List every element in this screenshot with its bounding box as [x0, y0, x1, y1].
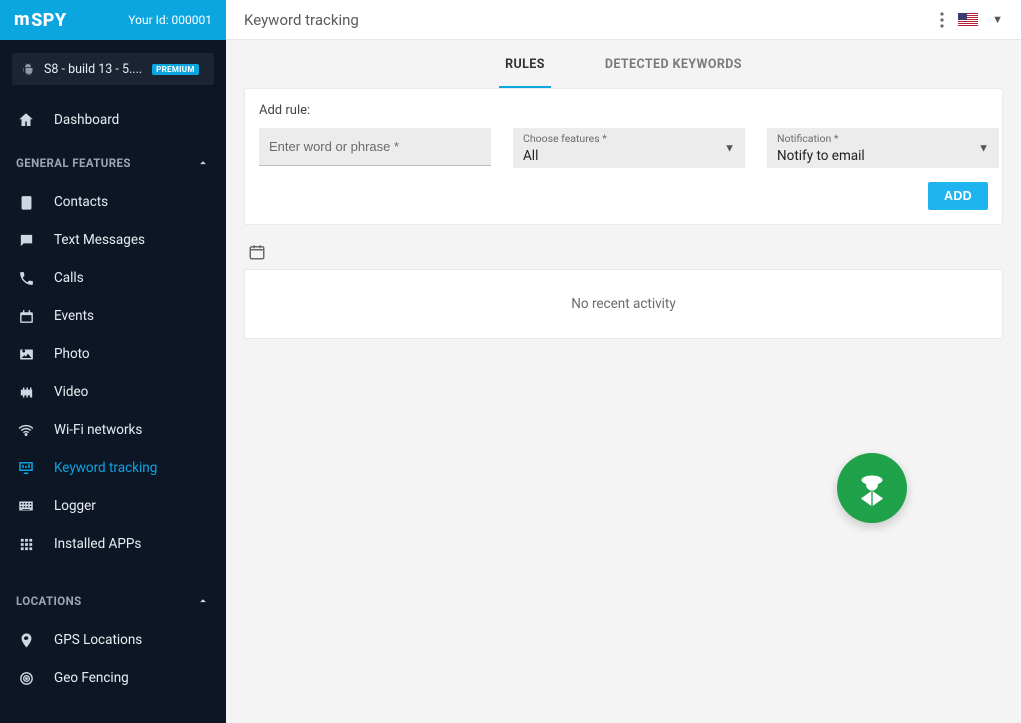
sidebar-item-keyword-tracking[interactable]: Keyword tracking [0, 449, 226, 487]
clipboard-icon [16, 192, 36, 212]
add-button[interactable]: ADD [928, 182, 988, 210]
premium-badge: PREMIUM [152, 64, 199, 75]
activity-card: No recent activity [244, 269, 1003, 339]
add-rule-card: Add rule: Choose features * All ▼ [244, 88, 1003, 225]
sidebar-item-installed-apps[interactable]: Installed APPs [0, 525, 226, 563]
topbar: Keyword tracking ▼ [226, 0, 1021, 40]
chevron-down-icon: ▼ [978, 142, 989, 155]
target-icon [16, 668, 36, 688]
add-rule-title: Add rule: [259, 103, 988, 118]
brand-logo: mSPY [14, 10, 67, 31]
chevron-down-icon: ▼ [724, 142, 735, 155]
word-input[interactable] [259, 128, 491, 166]
monitor-icon [16, 458, 36, 478]
sidebar-item-gps-locations[interactable]: GPS Locations [0, 621, 226, 659]
sidebar-item-label: GPS Locations [54, 632, 142, 648]
more-menu[interactable] [940, 12, 944, 28]
notification-select[interactable]: Notification * Notify to email ▼ [767, 128, 999, 168]
sidebar-item-label: Dashboard [54, 112, 119, 128]
help-fab[interactable] [837, 453, 907, 523]
sidebar-item-label: Geo Fencing [54, 670, 129, 686]
language-dropdown[interactable]: ▼ [992, 13, 1003, 26]
chevron-up-icon [196, 156, 210, 170]
tab-rules[interactable]: RULES [499, 45, 551, 88]
calendar-icon [16, 306, 36, 326]
sidebar-item-label: Logger [54, 498, 96, 514]
sidebar-item-photo[interactable]: Photo [0, 335, 226, 373]
sidebar-item-label: Installed APPs [54, 536, 141, 552]
chevron-up-icon [196, 594, 210, 608]
sidebar-item-label: Video [54, 384, 88, 400]
tab-detected-keywords[interactable]: DETECTED KEYWORDS [599, 45, 748, 88]
home-icon [16, 110, 36, 130]
sidebar-topbar: mSPY Your Id: 000001 [0, 0, 226, 40]
page-title: Keyword tracking [244, 11, 359, 29]
pin-icon [16, 630, 36, 650]
sidebar-item-dashboard[interactable]: Dashboard [0, 101, 226, 139]
sidebar-item-label: Keyword tracking [54, 460, 157, 476]
sidebar-item-calls[interactable]: Calls [0, 259, 226, 297]
phone-icon [16, 268, 36, 288]
features-select[interactable]: Choose features * All ▼ [513, 128, 745, 168]
sidebar-item-label: Contacts [54, 194, 108, 210]
agent-icon [851, 467, 893, 509]
user-id: Your Id: 000001 [128, 13, 212, 27]
device-name: S8 - build 13 - 5.... [44, 62, 142, 77]
tabs: RULES DETECTED KEYWORDS [244, 40, 1003, 88]
section-locations[interactable]: LOCATIONS [0, 581, 226, 621]
sidebar-item-label: Events [54, 308, 94, 324]
image-icon [16, 344, 36, 364]
main: Keyword tracking ▼ RULES DETECTED KEYWOR… [226, 0, 1021, 723]
sidebar-item-label: Calls [54, 270, 84, 286]
sidebar: mSPY Your Id: 000001 S8 - build 13 - 5..… [0, 0, 226, 723]
sidebar-item-video[interactable]: Video [0, 373, 226, 411]
activity-empty-text: No recent activity [571, 296, 675, 312]
flag-us-icon[interactable] [958, 13, 978, 26]
sidebar-item-geo-fencing[interactable]: Geo Fencing [0, 659, 226, 697]
wifi-icon [16, 420, 36, 440]
android-icon [22, 62, 34, 76]
sidebar-item-label: Text Messages [54, 232, 145, 248]
sidebar-item-wi-fi-networks[interactable]: Wi-Fi networks [0, 411, 226, 449]
device-selector[interactable]: S8 - build 13 - 5.... PREMIUM [12, 53, 214, 85]
message-icon [16, 230, 36, 250]
date-picker[interactable] [248, 243, 1003, 261]
sidebar-item-events[interactable]: Events [0, 297, 226, 335]
keyboard-icon [16, 496, 36, 516]
sidebar-item-contacts[interactable]: Contacts [0, 183, 226, 221]
sidebar-item-text-messages[interactable]: Text Messages [0, 221, 226, 259]
sidebar-item-label: Photo [54, 346, 90, 362]
sidebar-item-label: Wi-Fi networks [54, 422, 142, 438]
sidebar-item-logger[interactable]: Logger [0, 487, 226, 525]
grid-icon [16, 534, 36, 554]
film-icon [16, 382, 36, 402]
section-general-features[interactable]: GENERAL FEATURES [0, 143, 226, 183]
